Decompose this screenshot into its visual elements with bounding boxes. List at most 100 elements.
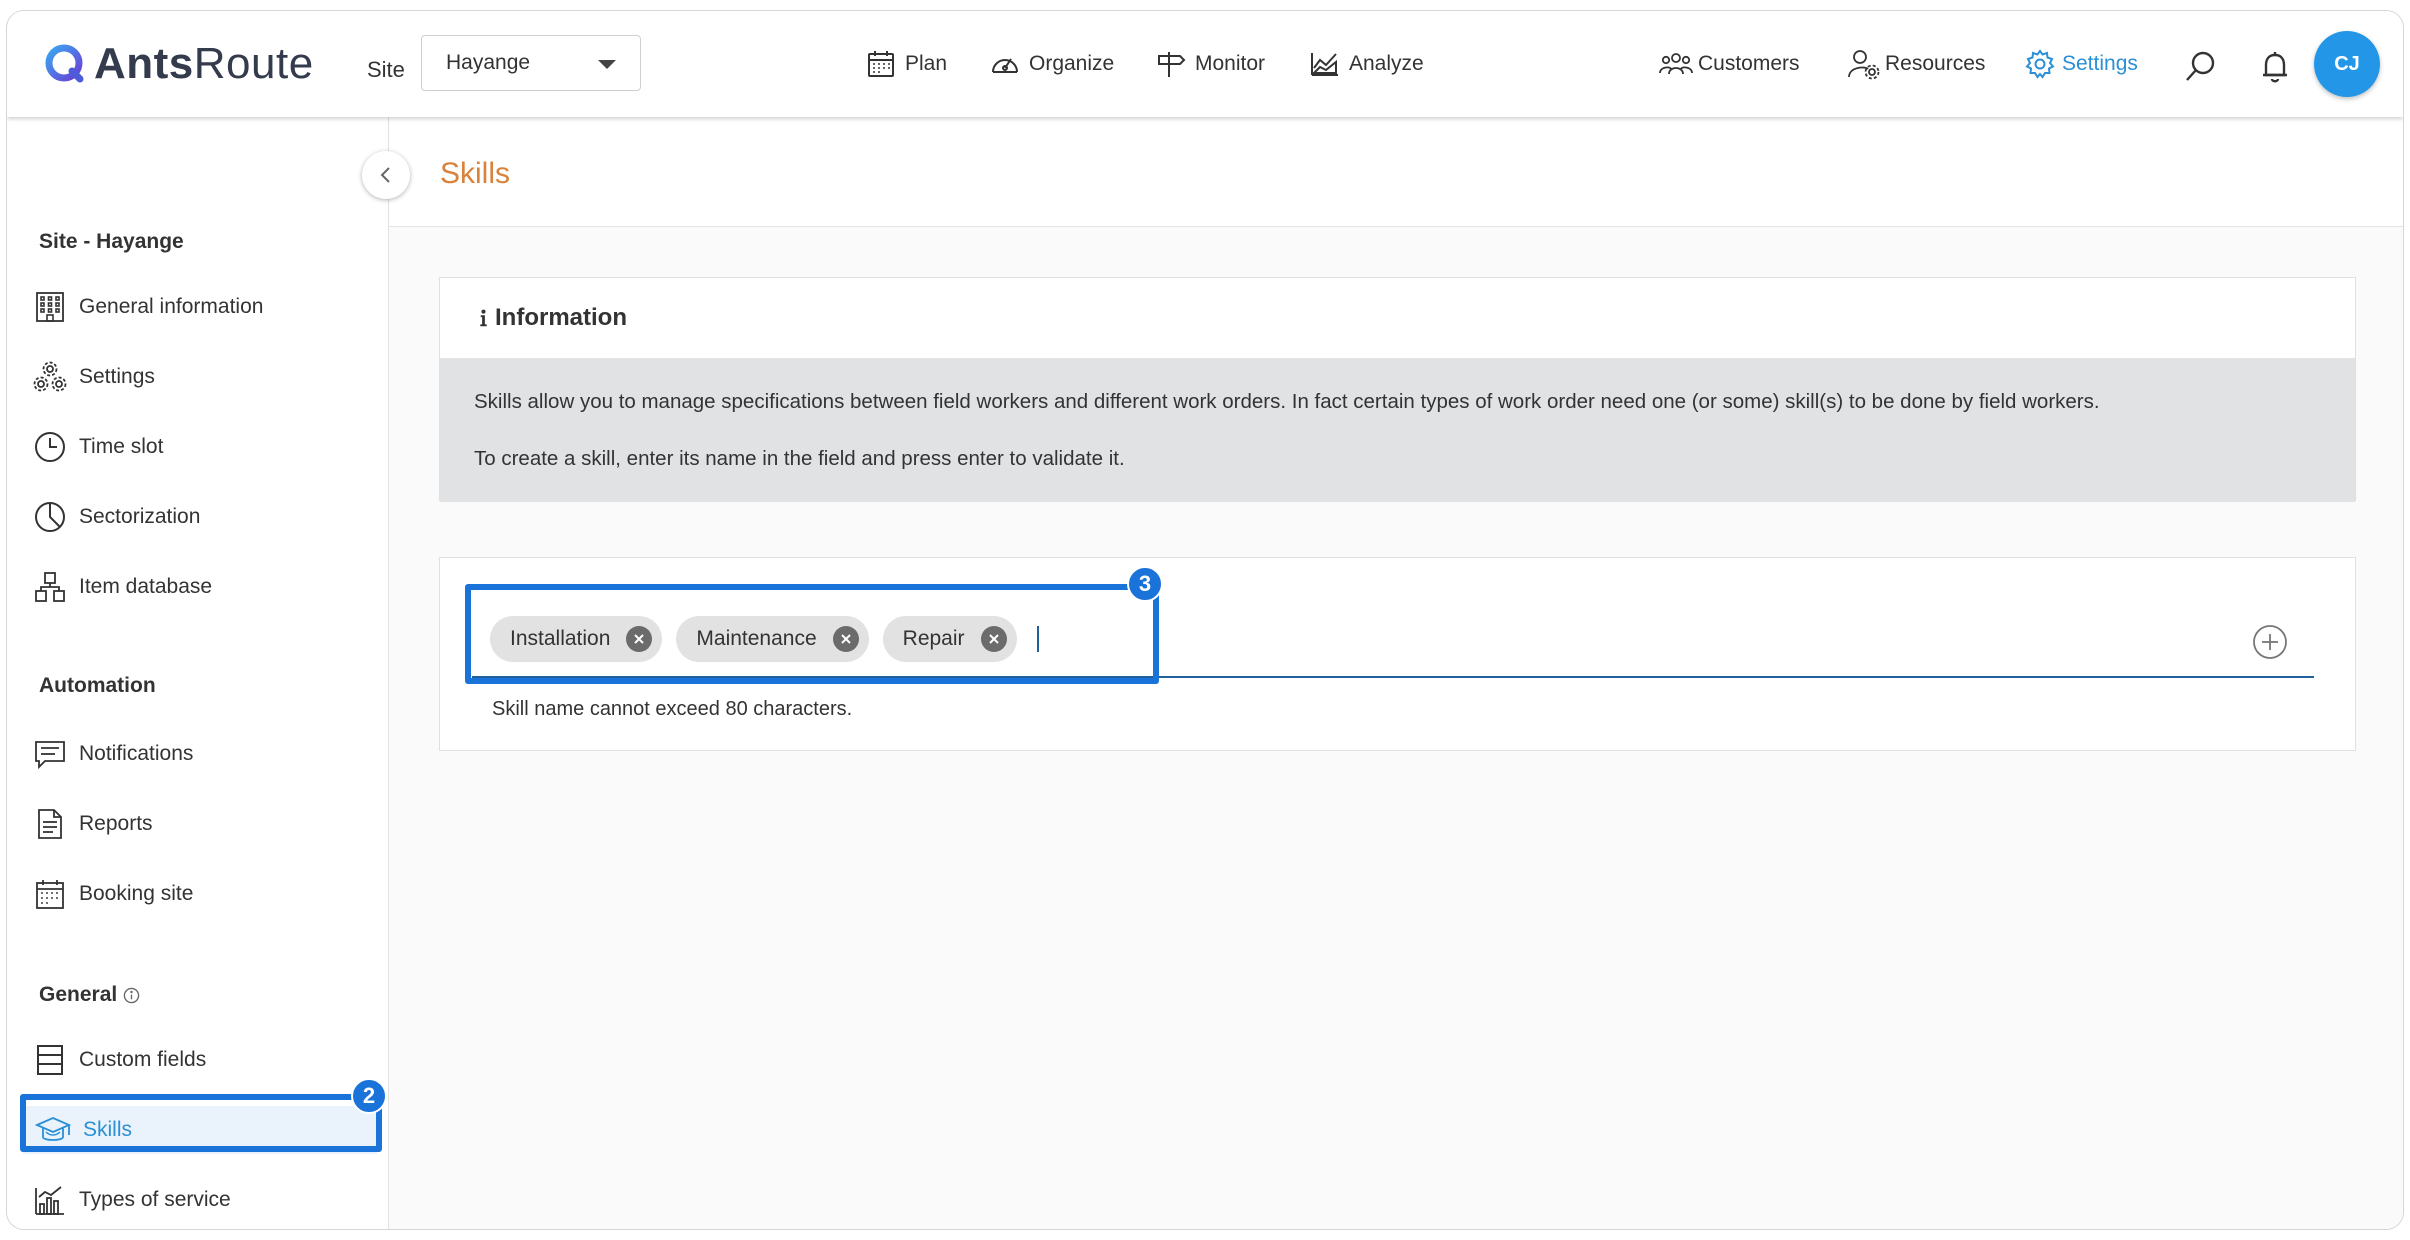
remove-chip-button[interactable] (980, 626, 1007, 652)
information-text-1: Skills allow you to manage specification… (474, 390, 2100, 413)
sidebar-item-types-of-service[interactable]: Types of service (33, 1176, 231, 1224)
search-button[interactable] (2183, 49, 2219, 85)
logo-text-route: Route (193, 39, 314, 88)
boxes-icon (35, 572, 65, 602)
nav-resources[interactable]: Resources (1847, 11, 1985, 117)
site-select[interactable]: Hayange (421, 35, 641, 91)
logo-text-ants: Ants (94, 39, 194, 88)
close-icon (840, 634, 851, 644)
calendar-icon (36, 880, 64, 909)
document-icon (38, 809, 62, 839)
information-title: Information (495, 304, 627, 331)
remove-chip-button[interactable] (832, 626, 859, 652)
close-icon (634, 634, 645, 644)
sidebar-item-label: Item database (79, 575, 213, 598)
sidebar-item-label: Time slot (79, 435, 164, 458)
skills-input-field[interactable]: Installation Maintenance Repair (472, 602, 2314, 678)
app-window: AntsRoute Site Hayange Plan Organize Mon… (6, 10, 2404, 1230)
pie-icon (35, 502, 65, 532)
sidebar-item-time-slot[interactable]: Time slot (33, 423, 163, 471)
skills-card: Installation Maintenance Repair Skill na… (439, 557, 2356, 751)
sidebar-item-notifications[interactable]: Notifications (33, 730, 193, 778)
callout-badge-3: 3 (1127, 566, 1163, 602)
nav-plan-label: Plan (905, 52, 948, 75)
sidebar-section-automation: Automation (39, 674, 156, 697)
nav-analyze[interactable]: Analyze (1309, 11, 1424, 117)
skill-chip-installation: Installation (490, 616, 663, 662)
close-icon (988, 634, 999, 644)
information-body: Skills allow you to manage specification… (440, 358, 2355, 502)
nav-settings-label: Settings (2062, 52, 2138, 75)
nav-settings[interactable]: Settings (2024, 11, 2138, 117)
add-circle-icon[interactable] (2252, 624, 2288, 660)
site-label: Site (367, 57, 405, 82)
search-icon (2186, 51, 2215, 81)
message-icon (35, 741, 65, 770)
collapse-sidebar-button[interactable] (362, 151, 410, 199)
skill-chip-label: Installation (510, 627, 611, 650)
signpost-icon (1158, 52, 1186, 77)
clock-icon (35, 432, 65, 462)
logo-ring-icon (45, 44, 84, 83)
top-navigation-bar: AntsRoute Site Hayange Plan Organize Mon… (7, 11, 2403, 117)
page-header: Skills (389, 117, 2403, 227)
graduation-cap-icon (35, 1117, 71, 1141)
gauge-icon (992, 58, 1018, 73)
sidebar-item-label: Skills (83, 1118, 133, 1141)
building-icon (36, 292, 64, 322)
nav-plan[interactable]: Plan (865, 11, 947, 117)
area-chart-icon (1311, 53, 1338, 76)
info-icon (480, 309, 487, 327)
info-circle-icon[interactable] (123, 987, 140, 1004)
fields-icon (37, 1045, 63, 1075)
caret-down-icon (598, 60, 616, 69)
skill-chip-repair: Repair (882, 616, 1017, 662)
information-card: Information Skills allow you to manage s… (439, 277, 2356, 502)
nav-monitor[interactable]: Monitor (1155, 11, 1265, 117)
avatar[interactable]: CJ (2314, 31, 2380, 97)
sidebar-item-settings[interactable]: Settings (33, 353, 155, 401)
sidebar-item-general-information[interactable]: General information (33, 283, 263, 331)
skill-chip-label: Maintenance (696, 627, 817, 650)
nav-organize-label: Organize (1029, 52, 1115, 75)
sidebar: Site - Hayange General information Setti… (7, 117, 410, 1229)
information-header: Information (440, 278, 2355, 358)
text-cursor (1036, 626, 1039, 652)
information-text-2: To create a skill, enter its name in the… (474, 447, 1125, 470)
sidebar-item-label: Sectorization (79, 505, 201, 528)
chevron-left-icon (380, 167, 390, 183)
nav-resources-label: Resources (1885, 52, 1986, 75)
antsroute-logo[interactable]: AntsRoute (44, 39, 314, 89)
sidebar-item-booking-site[interactable]: Booking site (33, 870, 193, 918)
sidebar-item-skills[interactable]: Skills (23, 1106, 377, 1154)
main-content: Skills Information Skills allow you to m… (389, 117, 2403, 1229)
sidebar-item-label: Reports (79, 812, 153, 835)
page-title: Skills (440, 157, 511, 190)
sidebar-item-sectorization[interactable]: Sectorization (33, 493, 200, 541)
sidebar-item-label: General information (79, 295, 264, 318)
nav-customers[interactable]: Customers (1658, 11, 1800, 117)
sidebar-section-general-label: General (39, 983, 118, 1006)
nav-organize[interactable]: Organize (989, 11, 1114, 117)
sidebar-item-label: Custom fields (79, 1048, 207, 1071)
nav-monitor-label: Monitor (1195, 52, 1266, 75)
calendar-icon (868, 51, 894, 77)
skill-chip-maintenance: Maintenance (676, 616, 869, 662)
remove-chip-button[interactable] (626, 626, 653, 652)
site-select-value: Hayange (446, 51, 531, 74)
cogs-icon (33, 361, 67, 392)
sidebar-item-custom-fields[interactable]: Custom fields (33, 1036, 206, 1084)
user-gear-icon (1848, 50, 1880, 80)
skill-chip-label: Repair (902, 627, 965, 650)
sidebar-section-general: General (39, 983, 140, 1007)
sidebar-item-reports[interactable]: Reports (33, 800, 153, 848)
sidebar-item-label: Settings (79, 365, 155, 388)
sidebar-section-site: Site - Hayange (39, 230, 184, 253)
callout-badge-2: 2 (351, 1078, 387, 1114)
nav-customers-label: Customers (1698, 52, 1800, 75)
sidebar-item-label: Notifications (79, 742, 194, 765)
skill-helper-text: Skill name cannot exceed 80 characters. (492, 698, 853, 720)
sidebar-item-item-database[interactable]: Item database (33, 563, 212, 611)
nav-analyze-label: Analyze (1349, 52, 1424, 75)
notifications-button[interactable] (2257, 49, 2293, 85)
